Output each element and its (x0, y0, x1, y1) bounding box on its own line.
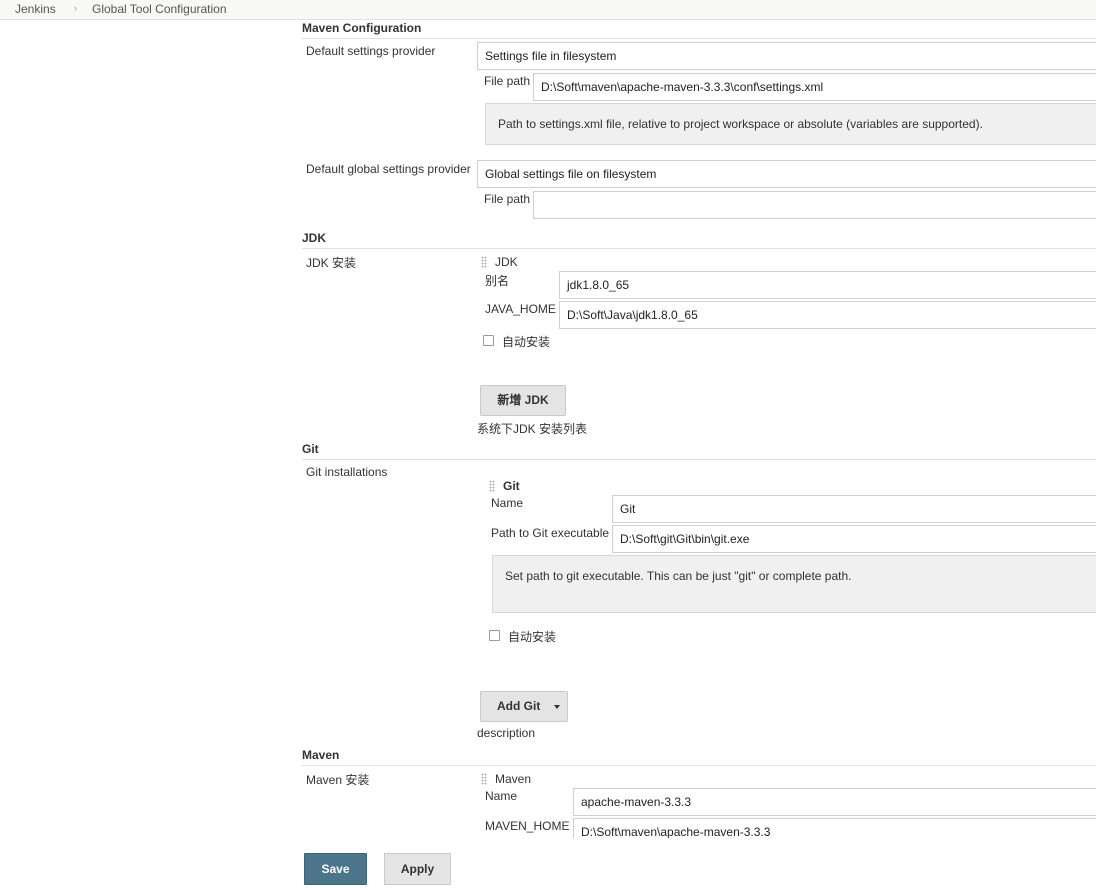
jdk-installations-label: JDK 安装 (306, 256, 357, 270)
java-home-input[interactable]: D:\Soft\Java\jdk1.8.0_65 (559, 301, 1096, 329)
maven-name-label: Name (485, 789, 518, 803)
git-path-value: D:\Soft\git\Git\bin\git.exe (620, 532, 750, 546)
section-divider (302, 38, 1096, 39)
add-jdk-button[interactable]: 新增 JDK (480, 385, 566, 416)
jdk-alias-value: jdk1.8.0_65 (567, 278, 630, 292)
java-home-value: D:\Soft\Java\jdk1.8.0_65 (567, 308, 698, 322)
apply-button[interactable]: Apply (384, 853, 451, 885)
breadcrumb-separator-icon: › (74, 3, 77, 13)
breadcrumb-jenkins[interactable]: Jenkins (15, 2, 56, 16)
section-divider (302, 765, 1096, 766)
default-settings-provider-value: Settings file in filesystem (485, 49, 617, 63)
git-auto-install-label: 自动安装 (508, 630, 557, 644)
maven-item-header: Maven (495, 772, 532, 786)
jdk-auto-install-checkbox[interactable] (483, 335, 494, 346)
default-settings-provider-select[interactable]: Settings file in filesystem (477, 42, 1096, 70)
settings-file-path-input[interactable]: D:\Soft\maven\apache-maven-3.3.3\conf\se… (533, 73, 1096, 101)
dropdown-caret-icon[interactable] (554, 705, 560, 709)
git-path-help-text: Set path to git executable. This can be … (505, 569, 852, 583)
jdk-item-header: JDK (495, 255, 518, 269)
maven-home-input[interactable]: D:\Soft\maven\apache-maven-3.3.3 (573, 818, 1096, 838)
maven-configuration-title: Maven Configuration (302, 21, 422, 35)
git-section-title: Git (302, 442, 319, 456)
git-path-help: Set path to git executable. This can be … (492, 555, 1096, 613)
breadcrumb-global-tool-configuration[interactable]: Global Tool Configuration (92, 2, 227, 16)
git-path-label: Path to Git executable (491, 526, 610, 540)
section-divider (302, 459, 1096, 460)
drag-handle-icon[interactable] (481, 773, 487, 785)
global-settings-file-path-input[interactable] (533, 191, 1096, 219)
git-name-label: Name (491, 496, 524, 510)
settings-file-path-help-text: Path to settings.xml file, relative to p… (498, 117, 983, 131)
file-path-label: File path (484, 74, 531, 88)
maven-installations-label: Maven 安装 (306, 773, 370, 787)
git-name-input[interactable]: Git (612, 495, 1096, 523)
section-divider (302, 248, 1096, 249)
default-global-settings-provider-select[interactable]: Global settings file on filesystem (477, 160, 1096, 188)
java-home-label: JAVA_HOME (485, 302, 556, 316)
jdk-auto-install-label: 自动安装 (502, 335, 551, 349)
maven-home-label: MAVEN_HOME (485, 819, 570, 833)
jdk-list-description: 系统下JDK 安装列表 (477, 422, 588, 436)
git-installations-label: Git installations (306, 465, 388, 479)
maven-home-value: D:\Soft\maven\apache-maven-3.3.3 (581, 825, 771, 838)
global-file-path-label: File path (484, 192, 531, 206)
jdk-alias-label: 别名 (485, 274, 510, 288)
git-name-value: Git (620, 502, 636, 516)
settings-file-path-help: Path to settings.xml file, relative to p… (485, 103, 1096, 145)
default-settings-provider-label: Default settings provider (306, 44, 436, 58)
drag-handle-icon[interactable] (489, 480, 495, 492)
save-button[interactable]: Save (304, 853, 367, 885)
maven-name-input[interactable]: apache-maven-3.3.3 (573, 788, 1096, 816)
git-path-input[interactable]: D:\Soft\git\Git\bin\git.exe (612, 525, 1096, 553)
maven-section-title: Maven (302, 748, 340, 762)
maven-name-value: apache-maven-3.3.3 (581, 795, 692, 809)
jdk-section-title: JDK (302, 231, 327, 245)
git-auto-install-checkbox[interactable] (489, 630, 500, 641)
settings-file-path-value: D:\Soft\maven\apache-maven-3.3.3\conf\se… (541, 80, 824, 94)
add-git-button-label: Add Git (497, 699, 541, 713)
default-global-settings-provider-label: Default global settings provider (306, 162, 471, 176)
git-description: description (477, 726, 536, 740)
git-item-header: Git (503, 479, 520, 493)
default-global-settings-provider-value: Global settings file on filesystem (485, 167, 657, 181)
jdk-alias-input[interactable]: jdk1.8.0_65 (559, 271, 1096, 299)
drag-handle-icon[interactable] (481, 256, 487, 268)
